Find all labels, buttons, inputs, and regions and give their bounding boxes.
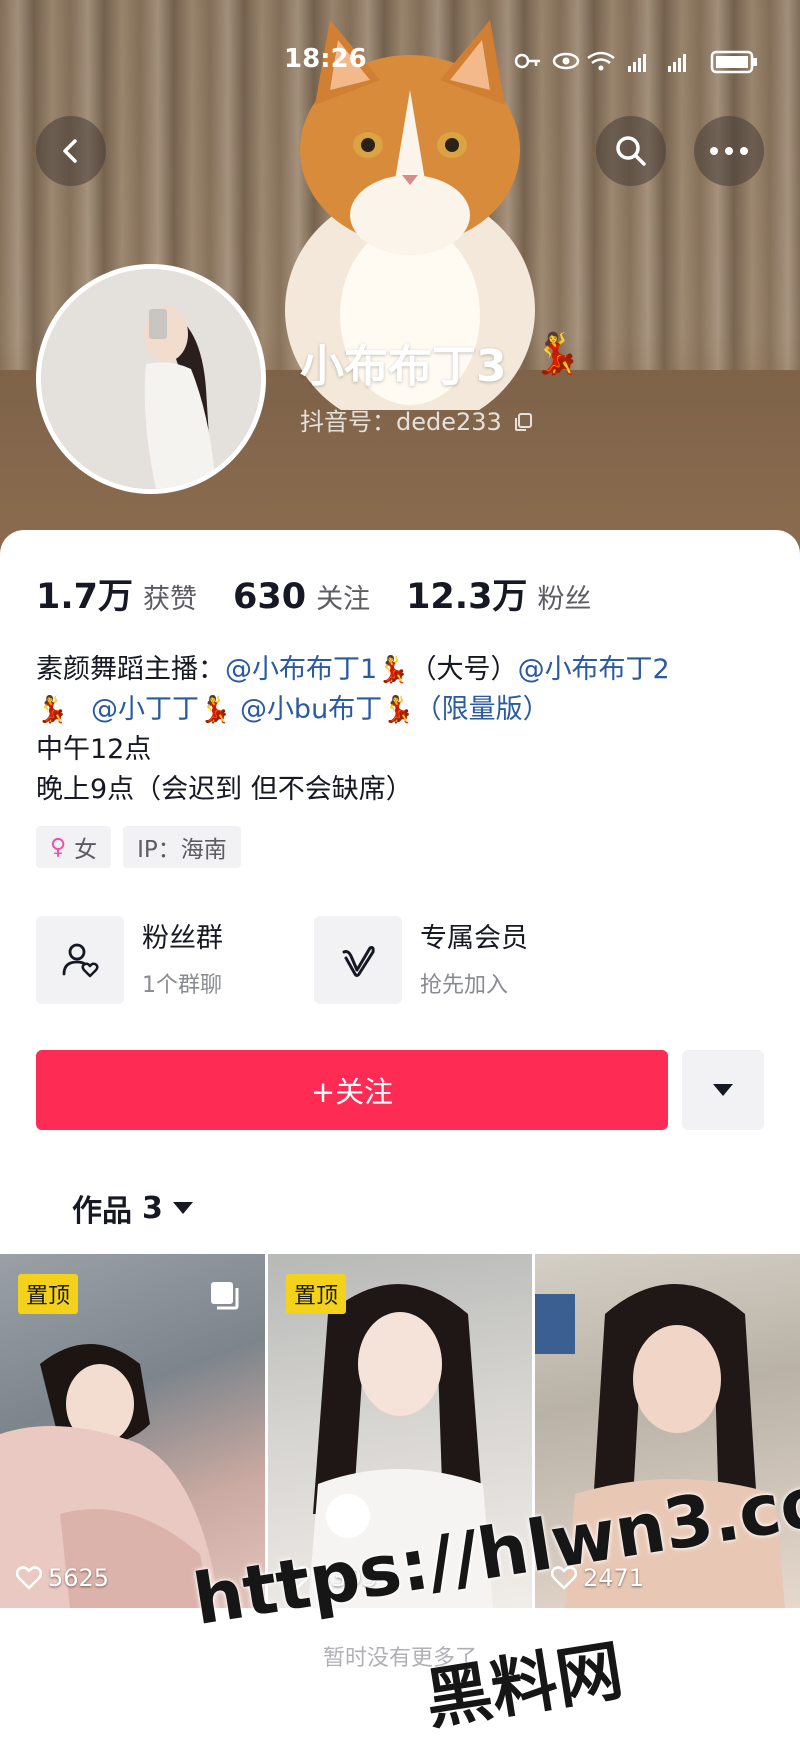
gender-tag: ♀ 女 [36, 826, 112, 868]
gender-tag-label: 女 [74, 837, 98, 863]
more-dots-icon [710, 147, 748, 155]
female-icon: ♀ [50, 834, 67, 860]
bio-prefix: 素颜舞蹈主播： [36, 654, 225, 685]
ip-tag-label: IP：海南 [137, 837, 227, 863]
search-button[interactable] [596, 116, 666, 186]
vip-title: 专属会员 [420, 923, 528, 954]
douyin-id[interactable]: 抖音号：dede233 [300, 402, 533, 437]
status-time: 18:26 [284, 44, 367, 74]
stat-followers-value: 12.3万 [406, 577, 528, 617]
stats-row: 1.7万 获赞 630 关注 12.3万 粉丝 [36, 568, 627, 618]
search-icon [616, 136, 646, 166]
bio-emoji: 💃 [382, 695, 415, 725]
status-icons [514, 50, 757, 74]
pinned-badge: 置顶 [18, 1274, 79, 1314]
stat-likes[interactable]: 1.7万 获赞 [36, 568, 197, 619]
caret-down-icon [713, 1084, 733, 1096]
vip-icon-box [314, 916, 402, 1004]
bio-emoji: 💃 [36, 695, 69, 725]
follow-button[interactable]: +关注 [36, 1050, 668, 1130]
avatar-photo [41, 269, 261, 489]
tab-works[interactable]: 作品 3 [72, 1186, 193, 1230]
bio-line-1b: 💃 @小丁丁💃 @小bu布丁💃（限量版） [36, 690, 766, 730]
bio-mention-1[interactable]: @小布布丁1 [225, 654, 377, 685]
bio-line-3: 晚上9点（会迟到 但不会缺席） [36, 774, 413, 805]
vip-sub: 抢先加入 [420, 973, 509, 998]
avatar[interactable] [36, 264, 266, 494]
bio-emoji: 💃 [377, 655, 410, 685]
multi-image-icon [211, 1282, 239, 1310]
bio-mention-4[interactable]: @小bu布丁 [240, 694, 382, 725]
no-more-content-note: 暂时没有更多了 [322, 1646, 477, 1671]
nickname-emoji: 💃 [532, 331, 582, 377]
more-button[interactable] [694, 116, 764, 186]
heart-icon [16, 1566, 42, 1590]
v-check-icon [342, 946, 375, 977]
bio: 素颜舞蹈主播：@小布布丁1💃（大号）@小布布丁2 💃 @小丁丁💃 @小bu布丁💃… [36, 650, 766, 810]
pinned-badge: 置顶 [286, 1274, 347, 1314]
profile-tags: ♀ 女 IP：海南 [36, 826, 253, 868]
like-count-value: 5625 [48, 1564, 110, 1592]
fans-group-icon-box [36, 916, 124, 1004]
stat-likes-label: 获赞 [143, 584, 198, 615]
bio-mention-3[interactable]: @小丁丁 [91, 694, 199, 725]
chevron-left-icon [63, 139, 77, 163]
fans-group-title: 粉丝群 [142, 923, 223, 954]
bio-line-1: 素颜舞蹈主播：@小布布丁1💃（大号）@小布布丁2 [36, 650, 766, 690]
ip-tag: IP：海南 [123, 826, 241, 868]
stat-following[interactable]: 630 关注 [233, 577, 370, 617]
bio-mention-2[interactable]: @小布布丁2 [518, 654, 670, 685]
vip-entry[interactable]: 专属会员 抢先加入 [314, 916, 528, 1004]
douyin-id-text: 抖音号：dede233 [300, 408, 502, 436]
bio-line-2: 中午12点 [36, 734, 152, 765]
tab-works-count: 3 [142, 1190, 163, 1226]
more-actions-dropdown[interactable] [682, 1050, 764, 1130]
bio-mention-1-note: （大号） [409, 654, 518, 685]
bio-mention-4-note: （限量版） [414, 694, 550, 725]
status-bar: 18:26 [0, 40, 800, 80]
stat-following-value: 630 [233, 577, 307, 617]
caret-down-icon [172, 1202, 193, 1214]
fans-group-sub: 1个群聊 [142, 973, 222, 998]
stat-followers-label: 粉丝 [537, 584, 592, 615]
stat-likes-value: 1.7万 [36, 577, 134, 617]
back-button[interactable] [36, 116, 106, 186]
fans-group-entry[interactable]: 粉丝群 1个群聊 [36, 916, 223, 1004]
stat-following-label: 关注 [316, 584, 371, 615]
like-count: 5625 [16, 1564, 109, 1592]
copy-icon [515, 413, 533, 431]
tab-works-label: 作品 [72, 1194, 132, 1229]
bio-emoji: 💃 [198, 695, 232, 725]
nickname: 小布布丁3 [300, 341, 507, 392]
stat-followers[interactable]: 12.3万 粉丝 [406, 568, 591, 619]
user-heart-icon [62, 943, 99, 978]
